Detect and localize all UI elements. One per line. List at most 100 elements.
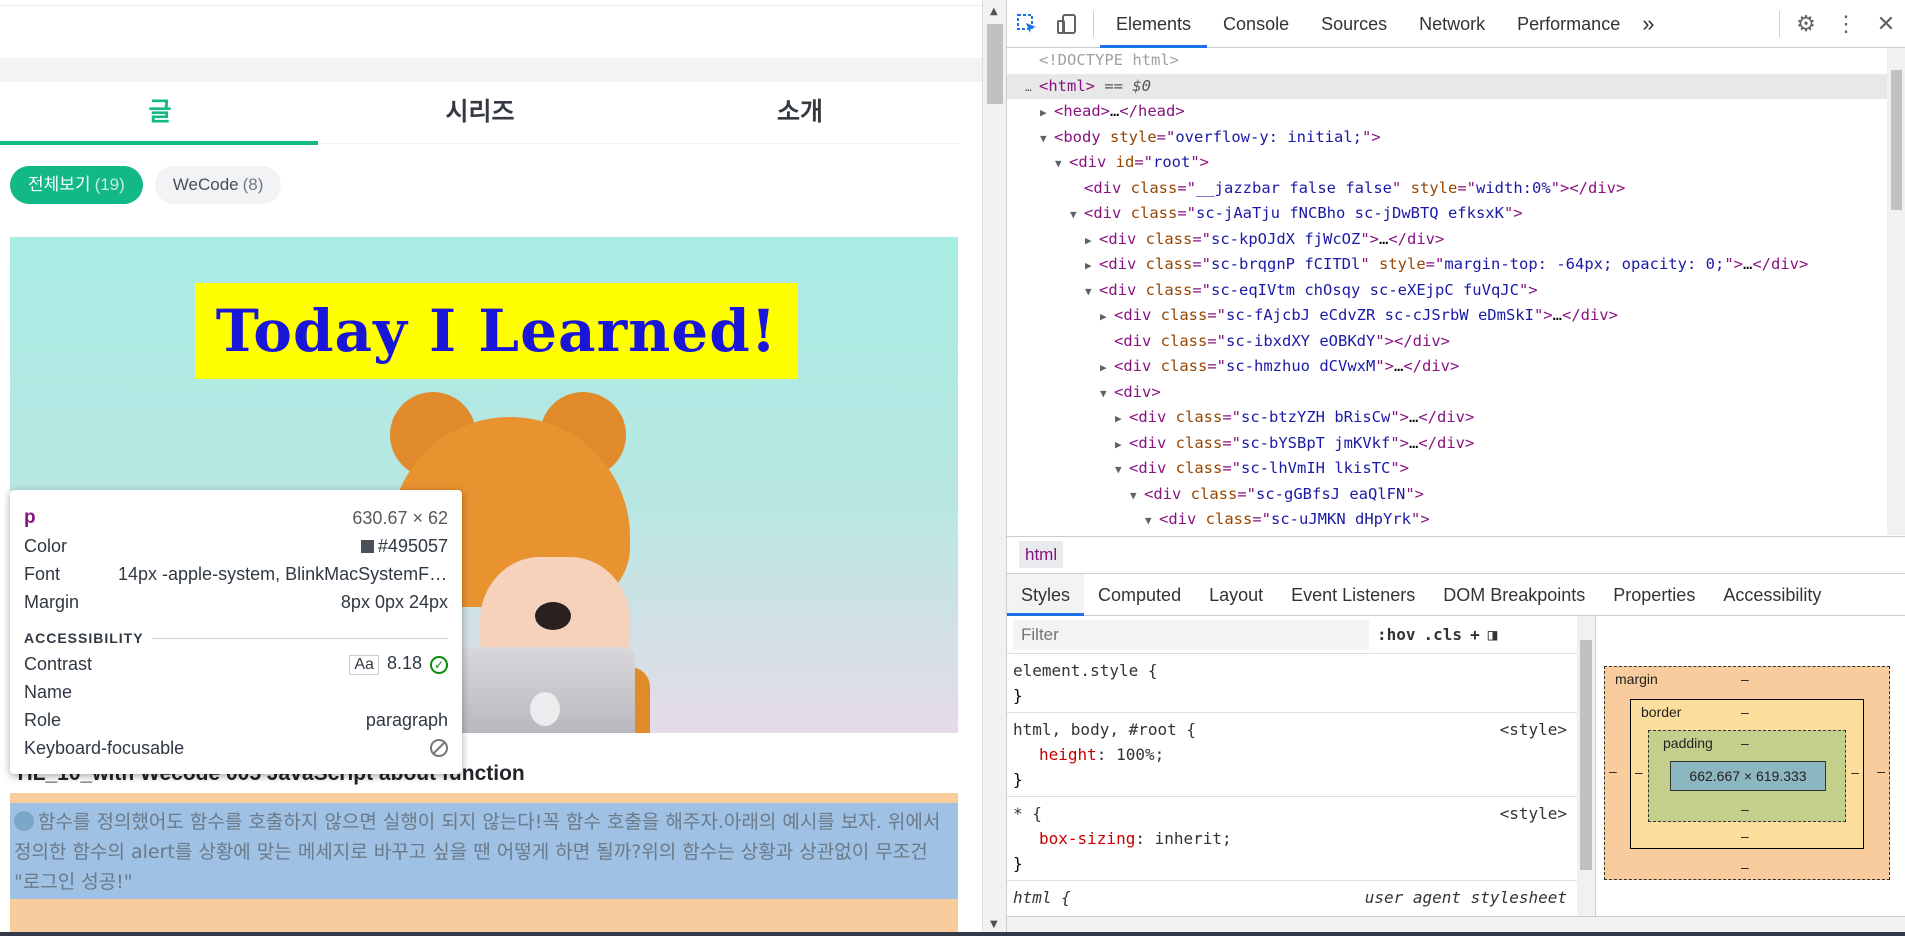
subtab-dom-breakpoints[interactable]: DOM Breakpoints [1429, 574, 1599, 616]
dom-node-line[interactable]: <div class="sc-ibxdXY eOBKdY"></div> [1007, 329, 1887, 355]
collapse-triangle-icon[interactable]: ▼ [1040, 126, 1054, 152]
expand-triangle-icon[interactable]: ▶ [1085, 228, 1099, 254]
breadcrumb-html[interactable]: html [1019, 541, 1064, 568]
box-model-padding[interactable]: padding – – 662.667 × 619.333 [1648, 730, 1846, 822]
subtab-styles[interactable]: Styles [1007, 574, 1085, 616]
collapse-triangle-icon[interactable]: ▼ [1115, 457, 1129, 483]
dom-node-line[interactable]: ▼ <div class="sc-jAaTju fNCBho sc-jDwBTQ … [1007, 201, 1887, 227]
css-property-value[interactable]: 100%; [1116, 745, 1164, 764]
scroll-up-arrow-icon[interactable]: ▲ [990, 6, 998, 17]
css-declaration[interactable]: box-sizing: inherit; [1013, 826, 1571, 851]
dom-node-line[interactable]: ▼ <div class="sc-gGBfsJ eaQlFN"> [1007, 482, 1887, 508]
box-model-content-size[interactable]: 662.667 × 619.333 [1670, 761, 1826, 791]
css-rule-source-link[interactable]: <style> [1500, 801, 1567, 826]
tab-elements[interactable]: Elements [1100, 0, 1208, 48]
tab-network[interactable]: Network [1403, 0, 1501, 48]
dom-node-line[interactable]: ▶ <div class="sc-hmzhuo dCVwxM">…</div> [1007, 354, 1887, 380]
post-excerpt-text: 함수를 정의했어도 함수를 호출하지 않으면 실행이 되지 않는다!꼭 함수 호… [14, 811, 941, 893]
css-property-value[interactable]: inherit; [1155, 829, 1232, 848]
css-rule[interactable]: html {user agent stylesheetdisplay: bloc… [1007, 881, 1577, 916]
css-property-name[interactable]: height [1013, 745, 1097, 764]
styles-scroll-thumb[interactable] [1580, 640, 1592, 870]
check-circle-icon: ✓ [430, 656, 448, 674]
dom-node-markup: <div> [1114, 382, 1161, 401]
tab-performance[interactable]: Performance [1501, 0, 1636, 48]
subtab-layout[interactable]: Layout [1195, 574, 1277, 616]
page-header-area [0, 0, 982, 6]
chip-wecode[interactable]: WeCode (8) [154, 166, 282, 204]
dom-node-line[interactable]: <div class="__jazzbar false false" style… [1007, 176, 1887, 202]
gear-icon[interactable]: ⚙ [1786, 0, 1826, 48]
toggle-sidebar-icon[interactable]: ◨ [1488, 625, 1498, 644]
elements-dom-tree[interactable]: <!DOCTYPE html>… <html> == $0 ▶ <head>…</he… [1007, 48, 1887, 535]
elements-scrollbar[interactable] [1887, 48, 1905, 535]
dom-node-line[interactable]: … <html> == $0 [1007, 73, 1887, 101]
device-toolbar-icon[interactable] [1047, 0, 1087, 48]
dom-node-line[interactable]: ▼ <div class="sc-eqIVtm chOsqy sc-eXEjpC … [1007, 278, 1887, 304]
close-icon[interactable]: ✕ [1866, 0, 1905, 48]
css-rule-source-link[interactable]: user agent stylesheet [1365, 885, 1567, 910]
hov-toggle[interactable]: :hov [1377, 625, 1416, 644]
scroll-down-arrow-icon[interactable]: ▼ [990, 919, 998, 930]
box-model-border[interactable]: border – – – – padding – – 662.667 × 619… [1630, 699, 1864, 849]
dom-node-line[interactable]: ▶ <div class="sc-fAjcbJ eCdvZR sc-cJSrbW … [1007, 303, 1887, 329]
expand-triangle-icon[interactable]: ▶ [1115, 406, 1129, 432]
page-scrollbar[interactable]: ▲ ▼ [982, 0, 1006, 936]
bm-margin-left: – [1609, 763, 1617, 779]
new-rule-icon[interactable]: + [1470, 625, 1480, 644]
css-declaration[interactable]: height: 100%; [1013, 742, 1571, 767]
tab-sources[interactable]: Sources [1305, 0, 1403, 48]
css-rule-source-link[interactable]: <style> [1500, 717, 1567, 742]
dom-node-markup: <head>…</head> [1054, 102, 1185, 120]
collapse-triangle-icon[interactable]: ▼ [1130, 483, 1144, 509]
dom-ellipsis-icon[interactable]: … [1025, 75, 1039, 101]
collapse-triangle-icon[interactable]: ▼ [1055, 151, 1069, 177]
collapse-triangle-icon[interactable]: ▼ [1100, 381, 1114, 407]
dom-node-line[interactable]: ▼ <div> [1007, 380, 1887, 406]
dom-node-line[interactable]: ▶ <div class="sc-btzYZH bRisCw">…</div> [1007, 405, 1887, 431]
styles-scrollbar[interactable] [1577, 616, 1595, 916]
elements-scroll-thumb[interactable] [1891, 70, 1902, 210]
dom-node-line[interactable]: <!DOCTYPE html> [1007, 48, 1887, 74]
subtab-event-listeners[interactable]: Event Listeners [1277, 574, 1429, 616]
dom-node-line[interactable]: ▼ <div class="sc-uJMKN dHpYrk"> [1007, 507, 1887, 533]
collapse-triangle-icon[interactable]: ▼ [1145, 508, 1159, 534]
css-rule-selector[interactable]: html, body, #root { [1013, 717, 1571, 742]
css-rule-selector[interactable]: element.style { [1013, 658, 1571, 683]
css-rule[interactable]: html, body, #root {<style> height: 100%;} [1007, 713, 1577, 797]
css-rule[interactable]: element.style {} [1007, 654, 1577, 713]
more-tabs-icon[interactable]: » [1636, 0, 1660, 48]
box-model-margin[interactable]: margin – – – – border – – – – padding – … [1604, 666, 1890, 880]
tab-series[interactable]: 시리즈 [320, 82, 640, 143]
subtab-computed[interactable]: Computed [1084, 574, 1195, 616]
dom-node-line[interactable]: ▼ <div id="root"> [1007, 150, 1887, 176]
page-scroll-thumb[interactable] [987, 24, 1003, 104]
expand-triangle-icon[interactable]: ▶ [1085, 253, 1099, 279]
expand-triangle-icon[interactable]: ▶ [1100, 355, 1114, 381]
styles-filter-input[interactable] [1013, 619, 1369, 650]
dom-node-line[interactable]: ▶ <head>…</head> [1007, 99, 1887, 125]
inspect-element-icon[interactable] [1007, 0, 1047, 48]
kebab-menu-icon[interactable]: ⋮ [1826, 0, 1866, 48]
cls-toggle[interactable]: .cls [1424, 625, 1463, 644]
chip-all[interactable]: 전체보기 (19) [10, 166, 143, 204]
css-property-name[interactable]: box-sizing [1013, 829, 1135, 848]
expand-triangle-icon[interactable]: ▶ [1115, 432, 1129, 458]
tab-posts[interactable]: 글 [0, 82, 320, 143]
dom-node-line[interactable]: ▶ <div class="sc-bYSBpT jmKVkf">…</div> [1007, 431, 1887, 457]
dom-node-line[interactable]: ▼ <div class="sc-lhVmIH lkisTC"> [1007, 456, 1887, 482]
expand-triangle-icon[interactable]: ▶ [1040, 100, 1054, 126]
tab-about[interactable]: 소개 [640, 82, 960, 143]
subtab-properties[interactable]: Properties [1599, 574, 1709, 616]
tab-console[interactable]: Console [1207, 0, 1305, 48]
css-rule[interactable]: * {<style> box-sizing: inherit;} [1007, 797, 1577, 881]
css-rule-selector[interactable]: * { [1013, 801, 1571, 826]
collapse-triangle-icon[interactable]: ▼ [1085, 279, 1099, 305]
subtab-accessibility[interactable]: Accessibility [1709, 574, 1835, 616]
dom-node-line[interactable]: ▼ <body style="overflow-y: initial;"> [1007, 125, 1887, 151]
dom-node-line[interactable]: ▶ <div class="sc-brqgnP fCITDl" style="ma… [1007, 252, 1887, 278]
dom-node-line[interactable]: ▶ <div class="sc-kpOJdX fjWcOZ">…</div> [1007, 227, 1887, 253]
expand-triangle-icon[interactable]: ▶ [1100, 304, 1114, 330]
bm-padding-bottom: – [1741, 801, 1749, 817]
collapse-triangle-icon[interactable]: ▼ [1070, 202, 1084, 228]
